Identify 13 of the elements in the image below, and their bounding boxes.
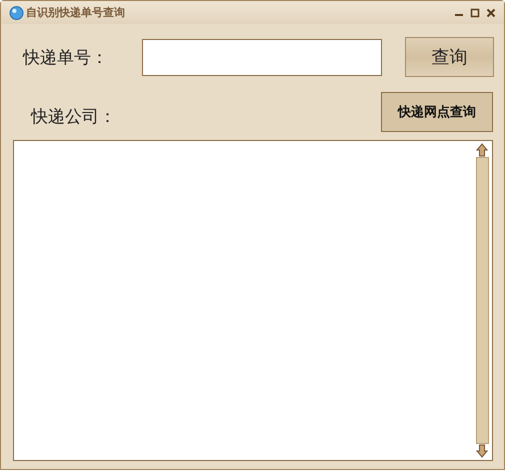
outlet-query-button[interactable]: 快递网点查询	[381, 92, 493, 132]
field-label: 快递公司：	[31, 106, 116, 128]
scrollbar-thumb[interactable]	[476, 157, 488, 444]
window-title: 自识别快递单号查询	[26, 5, 125, 20]
query-button[interactable]: 查询	[405, 37, 494, 77]
close-icon[interactable]	[486, 8, 496, 18]
scroll-up-icon[interactable]	[476, 143, 488, 157]
scroll-down-icon[interactable]	[476, 444, 488, 458]
maximize-icon[interactable]	[470, 8, 480, 18]
app-icon	[9, 5, 24, 20]
field-label: 快递单号：	[23, 46, 109, 68]
tracking-number-field[interactable]	[142, 38, 382, 76]
scrollbar[interactable]	[474, 143, 490, 458]
